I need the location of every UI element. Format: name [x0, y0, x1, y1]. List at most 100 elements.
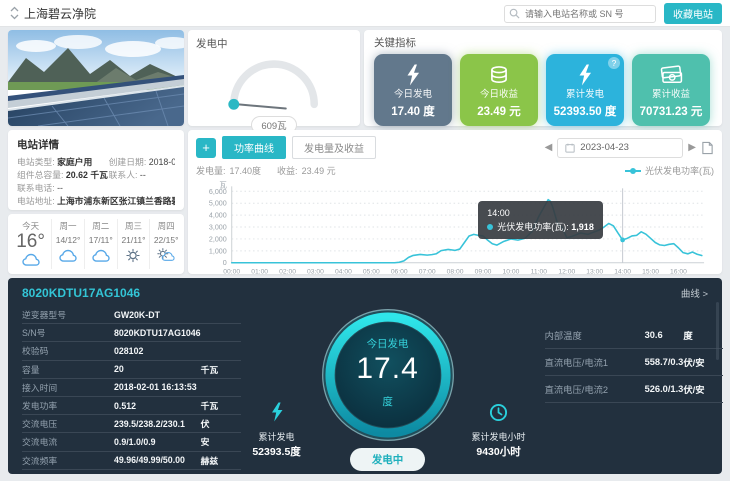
- weather-day-0: 今天16°: [10, 219, 51, 269]
- svg-text:1,000: 1,000: [209, 247, 227, 255]
- station-details-header: 电站详情: [17, 137, 175, 152]
- svg-text:04:00: 04:00: [335, 269, 352, 276]
- weather-cloud-icon: [22, 252, 40, 272]
- income-stat-value: 23.49 元: [302, 164, 336, 177]
- weather-day-3: 周三21/11°: [117, 219, 150, 269]
- next-day-arrow[interactable]: ▶: [688, 143, 696, 153]
- svg-text:05:00: 05:00: [363, 269, 380, 276]
- help-icon[interactable]: ?: [608, 57, 620, 69]
- svg-text:2,000: 2,000: [209, 235, 227, 243]
- power-chart-area[interactable]: 瓦01,0002,0003,0004,0005,0006,00000:0001:…: [196, 179, 714, 288]
- coins-icon: [460, 64, 538, 86]
- kpi-label: 累计收益: [652, 86, 690, 100]
- prev-day-arrow[interactable]: ◀: [545, 143, 553, 153]
- inv-left-row-2: 校验码028102: [22, 342, 241, 360]
- gauge-title: 今日发电: [319, 336, 457, 351]
- income-stat-label: 收益:: [277, 164, 298, 177]
- calendar-icon: [565, 143, 575, 153]
- svg-text:16:00: 16:00: [670, 269, 687, 276]
- kpi-tile-2: ? 累计发电 52393.50 度: [546, 54, 624, 126]
- power-gauge-card: 发电中 609瓦: [188, 30, 360, 126]
- svg-text:5,000: 5,000: [209, 200, 227, 208]
- power-curve-chart: 瓦01,0002,0003,0004,0005,0006,00000:0001:…: [196, 179, 712, 283]
- weather-day-1: 周一14/12°: [51, 219, 84, 269]
- bolt-icon: [269, 402, 285, 422]
- favorite-station-button[interactable]: 收藏电站: [664, 3, 722, 24]
- detail-field-0: 电站类型: 家庭户用: [17, 156, 109, 169]
- svg-text:00:00: 00:00: [223, 269, 240, 276]
- kpi-tile-1: 今日收益23.49 元: [460, 54, 538, 126]
- export-icon[interactable]: [701, 141, 714, 155]
- kpi-value: 52393.50 度: [554, 103, 617, 119]
- power-gauge: [199, 49, 349, 111]
- inv-right-row-2: 直流电压/电流2526.0/1.3伏/安: [545, 376, 724, 403]
- inverter-right-table: 内部温度30.6度直流电压/电流1558.7/0.3伏/安直流电压/电流2526…: [545, 306, 724, 471]
- svg-text:14:00: 14:00: [614, 269, 631, 276]
- inv-left-row-8: 交流频率49.96/49.99/50.00赫兹: [22, 452, 241, 470]
- date-picker[interactable]: 2023-04-23: [557, 138, 683, 158]
- inv-left-row-3: 容量20千瓦: [22, 361, 241, 379]
- detail-field-1: 创建日期: 2018-02-01: [109, 156, 175, 169]
- svg-text:06:00: 06:00: [391, 269, 408, 276]
- weather-cloud-icon: [59, 248, 77, 268]
- kpi-header: 关键指标: [374, 35, 712, 50]
- kpi-label: 今日发电: [394, 86, 432, 100]
- weather-sun-cloud-icon: [157, 248, 175, 268]
- solar-farm-photo: [8, 30, 184, 126]
- daily-generation-gauge: 今日发电 17.4 度: [319, 306, 457, 444]
- svg-text:12:00: 12:00: [558, 269, 575, 276]
- inv-left-row-0: 逆变器型号GW20K-DT: [22, 306, 241, 324]
- tab-generation-revenue[interactable]: 发电量及收益: [292, 136, 376, 159]
- inverter-center: 累计发电 52393.5度: [241, 306, 535, 471]
- kpi-label: 累计发电: [566, 86, 604, 100]
- svg-text:10:00: 10:00: [503, 269, 520, 276]
- inv-left-row-7: 交流电流0.9/1.0/0.9安: [22, 433, 241, 451]
- weather-sun-icon: [124, 248, 142, 268]
- bolt-icon: [374, 64, 452, 86]
- generating-status-button[interactable]: 发电中: [350, 448, 426, 471]
- power-curve-card: + 功率曲线 发电量及收益 ◀ 2023-04-23 ▶ 发电量: 17.40度…: [188, 130, 722, 274]
- svg-text:01:00: 01:00: [251, 269, 268, 276]
- curve-link[interactable]: 曲线 >: [681, 286, 708, 300]
- detail-field-2: 组件总容量: 20.62 千瓦: [17, 169, 109, 182]
- svg-text:13:00: 13:00: [586, 269, 603, 276]
- legend-line-icon: [625, 170, 641, 172]
- kpi-tile-0: 今日发电 17.40 度: [374, 54, 452, 126]
- cash-icon: [632, 64, 710, 86]
- svg-text:09:00: 09:00: [475, 269, 492, 276]
- svg-text:11:00: 11:00: [531, 269, 548, 276]
- kpi-value: 17.40 度: [391, 103, 434, 119]
- topbar: 上海碧云净院 收藏电站: [0, 0, 730, 27]
- tab-power-curve[interactable]: 功率曲线: [222, 136, 286, 159]
- weather-day-4: 周四22/15°: [149, 219, 182, 269]
- search-box: [504, 4, 656, 22]
- svg-text:4,000: 4,000: [209, 212, 227, 220]
- kpi-card: 关键指标 今日发电 17.40 度 今日收益23.49 元? 累计发电 52393.50…: [364, 30, 722, 126]
- kpi-label: 今日收益: [480, 86, 518, 100]
- svg-text:3,000: 3,000: [209, 224, 227, 232]
- inv-left-row-1: S/N号8020KDTU17AG1046: [22, 324, 241, 342]
- station-photo: [8, 30, 184, 126]
- gauge-unit: 度: [319, 394, 457, 409]
- total-hours-item: 累计发电小时 9430小时: [463, 403, 535, 471]
- weather-day-2: 周二17/11°: [84, 219, 117, 269]
- gen-stat-value: 17.40度: [230, 164, 262, 177]
- panel-scrollbar[interactable]: [716, 302, 719, 360]
- inv-left-row-5: 发电功率0.512千瓦: [22, 397, 241, 415]
- page-title: 上海碧云净院: [24, 5, 96, 22]
- total-generation-item: 累计发电 52393.5度: [241, 402, 313, 471]
- kpi-value: 70731.23 元: [640, 103, 703, 119]
- add-curve-button[interactable]: +: [196, 138, 216, 158]
- station-switcher[interactable]: 上海碧云净院: [0, 5, 96, 22]
- search-input[interactable]: [504, 5, 656, 23]
- svg-text:0: 0: [223, 259, 227, 267]
- station-details-fields: 电站类型: 家庭户用创建日期: 2018-02-01组件总容量: 20.62 千…: [17, 156, 175, 208]
- detail-field-3: 联系人: --: [109, 169, 175, 182]
- inv-right-row-0: 内部温度30.6度: [545, 322, 724, 349]
- chart-legend: 光伏发电功率(瓦): [625, 164, 714, 177]
- inverter-panel: 8020KDTU17AG1046 曲线 > 逆变器型号GW20K-DTS/N号8…: [8, 278, 722, 474]
- selected-date: 2023-04-23: [580, 142, 629, 153]
- chevron-up-down-icon: [10, 6, 19, 20]
- weather-cloud-icon: [92, 248, 110, 268]
- kpi-tile-3: 累计收益 70731.23 元: [632, 54, 710, 126]
